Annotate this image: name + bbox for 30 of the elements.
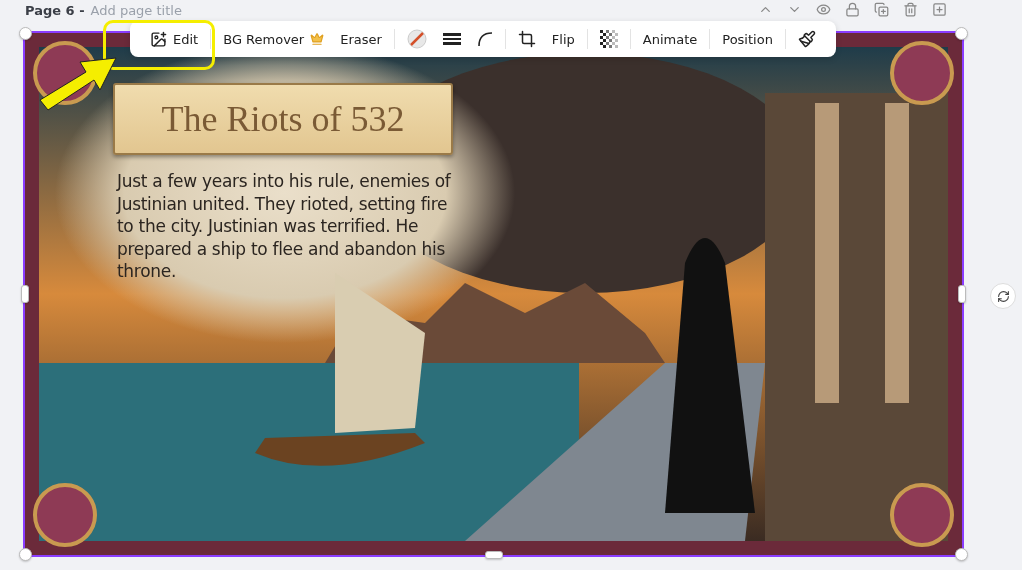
resize-handle[interactable]	[958, 285, 966, 303]
resize-handle[interactable]	[21, 285, 29, 303]
trash-icon[interactable]	[903, 2, 918, 17]
bg-remover-button[interactable]: BG Remover	[217, 24, 331, 54]
toolbar-button[interactable]: Position	[716, 24, 779, 54]
toolbar-button[interactable]: Animate	[636, 24, 704, 54]
transparency-icon	[599, 30, 618, 48]
edit-button[interactable]: Edit	[144, 24, 205, 54]
page-label: Page 6 -	[25, 3, 85, 18]
slide-title: The Riots of 532	[161, 98, 405, 140]
lock-icon[interactable]	[845, 2, 860, 17]
toolbar-button[interactable]: Eraser	[334, 24, 388, 54]
toolbar-button[interactable]: Flip	[545, 24, 581, 54]
image-edit-icon	[150, 30, 167, 48]
resize-handle[interactable]	[485, 551, 503, 559]
crown-icon	[310, 32, 325, 46]
resize-handle[interactable]	[19, 548, 32, 561]
duplicate-icon[interactable]	[874, 2, 889, 17]
rotate-icon	[996, 289, 1010, 303]
add-page-icon[interactable]	[932, 2, 947, 17]
resize-handle[interactable]	[19, 27, 32, 40]
crop-icon	[517, 30, 536, 48]
rotate-button[interactable]	[990, 283, 1016, 309]
slide-body-text: Just a few years into his rule, enemies of Justinian united. They rioted, setting fire to the city. Justinian was terrified. He prepared a ship to flee and abandon his throne.	[117, 170, 452, 283]
hide-icon[interactable]	[816, 2, 831, 17]
corner-rounding-icon	[476, 31, 493, 47]
border-style-icon	[442, 32, 461, 46]
border-color-icon	[406, 29, 427, 49]
resize-handle[interactable]	[955, 27, 968, 40]
resize-handle[interactable]	[955, 548, 968, 561]
